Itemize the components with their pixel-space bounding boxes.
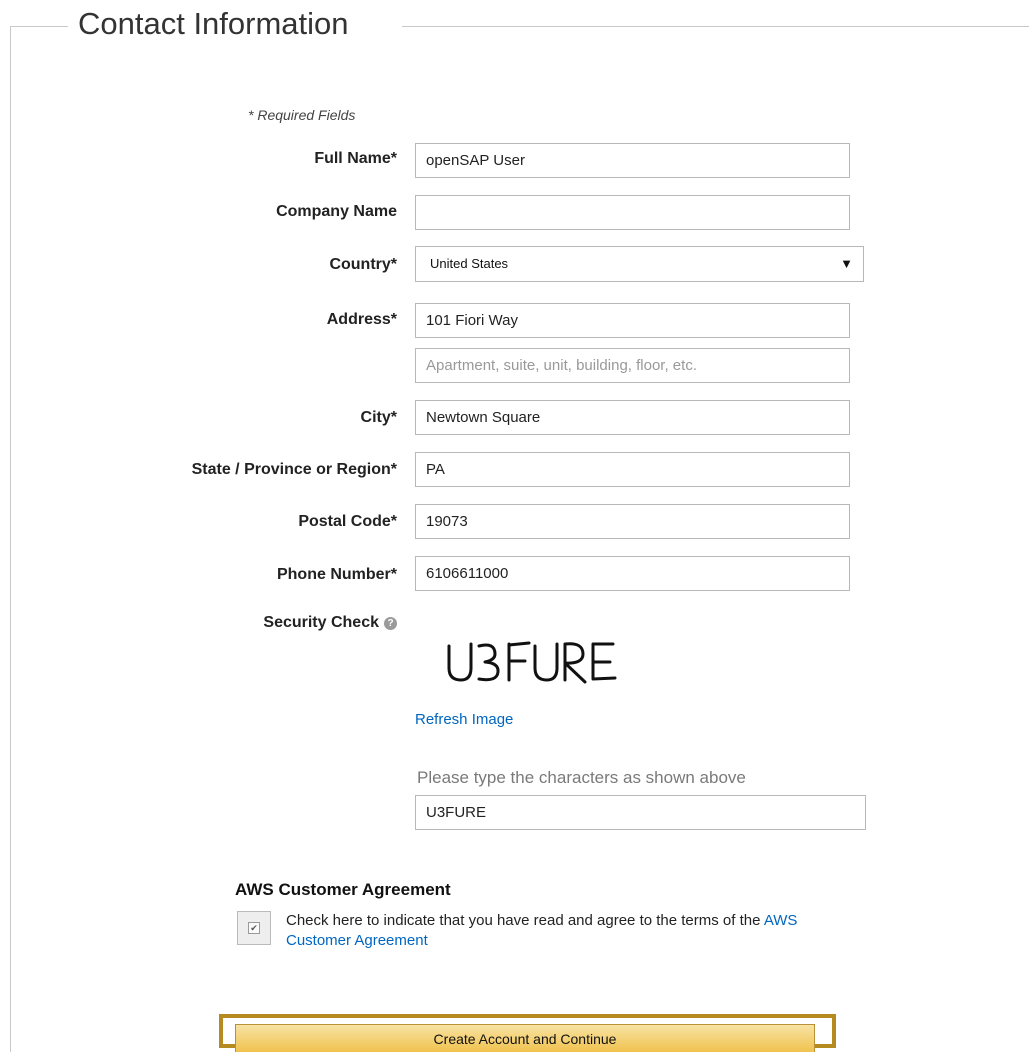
city-label: City* xyxy=(360,409,397,426)
address-line1-input[interactable] xyxy=(415,303,850,338)
question-circle-icon[interactable]: ? xyxy=(384,617,397,630)
required-fields-note: * Required Fields xyxy=(248,107,356,123)
company-name-label: Company Name xyxy=(276,203,397,220)
full-name-label: Full Name* xyxy=(314,150,397,167)
state-input[interactable] xyxy=(415,452,850,487)
fieldset-border-top-left xyxy=(10,26,68,27)
agreement-text-body: Check here to indicate that you have rea… xyxy=(286,912,764,929)
create-account-button[interactable]: Create Account and Continue xyxy=(235,1024,815,1052)
security-check-label: Security Check? xyxy=(263,613,397,633)
phone-number-label: Phone Number* xyxy=(276,566,397,583)
country-select[interactable]: United States ▼ xyxy=(415,246,864,282)
company-name-input[interactable] xyxy=(415,195,850,230)
fieldset-border-top-right xyxy=(402,26,1029,27)
state-label: State / Province or Region* xyxy=(191,461,397,478)
chevron-down-icon: ▼ xyxy=(840,256,853,271)
checkmark-icon: ✔ xyxy=(248,922,260,934)
captcha-image xyxy=(447,641,617,684)
agreement-title: AWS Customer Agreement xyxy=(235,880,451,899)
refresh-image-link[interactable]: Refresh Image xyxy=(415,711,513,728)
postal-code-label: Postal Code* xyxy=(298,513,397,530)
country-label: Country* xyxy=(329,256,397,273)
city-input[interactable] xyxy=(415,400,850,435)
section-title: Contact Information xyxy=(78,6,349,41)
phone-number-input[interactable] xyxy=(415,556,850,591)
captcha-prompt: Please type the characters as shown abov… xyxy=(417,768,746,787)
agreement-checkbox[interactable]: ✔ xyxy=(237,911,271,945)
postal-code-input[interactable] xyxy=(415,504,850,539)
address-label: Address* xyxy=(326,311,397,328)
captcha-input[interactable] xyxy=(415,795,866,830)
fieldset-border-left xyxy=(10,26,11,1052)
full-name-input[interactable] xyxy=(415,143,850,178)
contact-info-page: Contact Information * Required Fields Fu… xyxy=(0,0,1029,1052)
country-select-value: United States xyxy=(430,256,509,271)
security-check-label-text: Security Check xyxy=(263,614,379,631)
agreement-text: Check here to indicate that you have rea… xyxy=(286,911,806,951)
address-line2-input[interactable] xyxy=(415,348,850,383)
